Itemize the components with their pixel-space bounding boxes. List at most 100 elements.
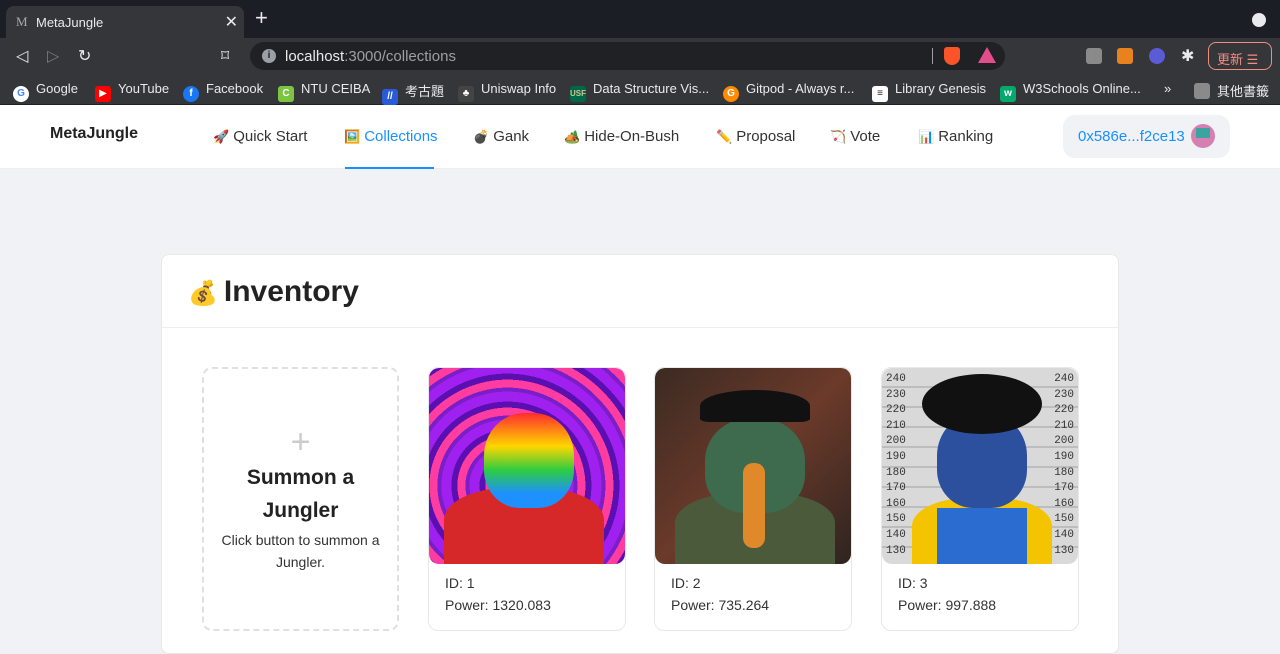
bookmark-label: Gitpod - Always r... <box>746 81 855 96</box>
wallet-avatar <box>1191 124 1215 148</box>
address-bar[interactable]: i localhost:3000/collections <box>250 42 1005 70</box>
bookmark-exams[interactable]: // 考古題 <box>382 81 444 105</box>
wallet-button[interactable]: 0x586e...f2ce13 <box>1063 115 1230 158</box>
brave-shield-icon[interactable] <box>944 47 960 65</box>
bookmark-label: W3Schools Online... <box>1023 81 1141 96</box>
facebook-icon: f <box>183 86 199 102</box>
menu-label: Ranking <box>938 128 994 145</box>
metamask-icon[interactable] <box>1117 48 1133 64</box>
browser-tabbar: M MetaJungle ✕ + <box>0 0 1280 38</box>
ceiba-icon: C <box>278 86 294 102</box>
menu-label: Quick Start <box>233 128 308 145</box>
extension-icon[interactable] <box>1086 48 1102 64</box>
summon-jungler-button[interactable]: + Summon a Jungler Click button to summo… <box>202 367 399 631</box>
hotdog <box>743 463 765 548</box>
height-scale-left: 240 230 220 210 200 190 180 170 160 150 140 130 <box>886 373 906 557</box>
bookmark-youtube[interactable]: ▶ YouTube <box>95 81 169 102</box>
nft-image <box>429 368 625 564</box>
bookmark-w3schools[interactable]: w W3Schools Online... <box>1000 81 1141 102</box>
menu-quick-start[interactable]: 🚀 Quick Start <box>213 128 307 145</box>
forward-icon[interactable]: ▷ <box>47 46 59 66</box>
tab-title: MetaJungle <box>36 15 104 30</box>
bookmark-label: Facebook <box>206 81 264 96</box>
bookmark-icon: // <box>382 89 398 105</box>
nft-id: ID: 2 <box>671 575 701 591</box>
youtube-icon: ▶ <box>95 86 111 102</box>
nft-power: Power: 1320.083 <box>445 597 551 613</box>
bookmark-label: Uniswap Info <box>481 81 557 96</box>
folder-icon <box>1194 83 1210 99</box>
money-bag-icon: 💰 <box>188 280 218 307</box>
bookmark-libgen[interactable]: ≡ Library Genesis <box>872 81 986 102</box>
update-button[interactable]: 更新 ☰ <box>1208 42 1272 70</box>
nft-character-head <box>484 413 574 508</box>
active-menu-indicator <box>345 167 434 169</box>
menu-proposal[interactable]: ✏️ Proposal <box>716 128 795 145</box>
browser-tab[interactable]: M MetaJungle ✕ <box>6 6 244 38</box>
w3schools-icon: w <box>1000 86 1016 102</box>
nft-id: ID: 3 <box>898 575 928 591</box>
height-scale-right: 240 230 220 210 200 190 180 170 160 150 140 130 <box>1054 373 1074 557</box>
url-path: :3000/collections <box>344 48 456 65</box>
omnibox-separator <box>932 48 933 64</box>
menu-label: Vote <box>850 128 881 145</box>
uniswap-icon: ♣ <box>458 86 474 102</box>
extension-bot-icon[interactable] <box>1149 48 1165 64</box>
bow-arrow-icon: 🏹 <box>830 129 847 144</box>
bookmark-gitpod[interactable]: G Gitpod - Always r... <box>723 81 854 102</box>
back-icon[interactable]: ◁ <box>16 46 28 66</box>
brave-rewards-icon[interactable] <box>978 47 996 63</box>
bookmark-facebook[interactable]: f Facebook <box>183 81 263 102</box>
nft-id: ID: 1 <box>445 575 475 591</box>
menu-hide-on-bush[interactable]: 🏕️ Hide-On-Bush <box>564 128 679 145</box>
bookmark-ceiba[interactable]: C NTU CEIBA <box>278 81 370 102</box>
bookmark-label: 考古題 <box>405 84 445 99</box>
bookmark-uniswap[interactable]: ♣ Uniswap Info <box>458 81 556 102</box>
pencil-icon: ✏️ <box>716 129 733 144</box>
wallet-address: 0x586e...f2ce13 <box>1078 128 1185 145</box>
inventory-title-text: Inventory <box>223 275 359 308</box>
menu-vote[interactable]: 🏹 Vote <box>830 128 880 145</box>
nft-card[interactable]: 240 230 220 210 200 190 180 170 160 150 140 130 240… <box>881 367 1079 631</box>
picture-icon: 🖼️ <box>344 129 361 144</box>
bookmark-usf[interactable]: USF Data Structure Vis... <box>570 81 709 102</box>
url-host: localhost <box>285 48 345 65</box>
library-icon: ≡ <box>872 86 888 102</box>
nft-power: Power: 735.264 <box>671 597 770 613</box>
nft-card[interactable]: ID: 1 Power: 1320.083 <box>428 367 626 631</box>
menu-collections[interactable]: 🖼️ Collections <box>344 128 438 145</box>
pirate-hat <box>700 390 810 422</box>
tab-favicon-icon: M <box>16 14 28 29</box>
site-info-icon[interactable]: i <box>262 49 276 63</box>
app-logo[interactable]: MetaJungle <box>50 125 138 143</box>
card-divider <box>162 327 1118 328</box>
bookmark-label: 其他書籤 <box>1217 84 1270 99</box>
app-header: MetaJungle 🚀 Quick Start 🖼️ Collections 💣 G… <box>0 105 1280 169</box>
bookmark-other[interactable]: 其他書籤 <box>1194 81 1269 100</box>
nft-card[interactable]: ID: 2 Power: 735.264 <box>654 367 852 631</box>
more-bookmarks-icon[interactable]: » <box>1164 81 1171 96</box>
reload-icon[interactable]: ↻ <box>78 46 91 66</box>
menu-label: Hide-On-Bush <box>584 128 680 145</box>
bookmark-label: YouTube <box>118 81 170 96</box>
bar-chart-icon: 📊 <box>918 129 935 144</box>
close-tab-icon[interactable]: ✕ <box>225 12 238 32</box>
nft-image <box>655 368 851 564</box>
bookmark-page-icon[interactable]: ⌑ <box>221 46 229 66</box>
menu-label: Collections <box>364 128 438 145</box>
new-tab-icon[interactable]: + <box>255 6 268 30</box>
nft-power: Power: 997.888 <box>898 597 997 613</box>
bookmark-label: NTU CEIBA <box>301 81 371 96</box>
menu-label: Proposal <box>736 128 796 145</box>
afro-hair <box>922 374 1042 434</box>
summon-description: Click button to summon a Jungler. <box>221 532 380 570</box>
overalls <box>937 508 1027 564</box>
nft-image: 240 230 220 210 200 190 180 170 160 150 140 130 240… <box>882 368 1078 564</box>
menu-ranking[interactable]: 📊 Ranking <box>918 128 993 145</box>
menu-label: Gank <box>493 128 530 145</box>
browser-menu-icon[interactable] <box>1252 13 1266 27</box>
summon-title: Summon a Jungler <box>246 466 355 522</box>
menu-gank[interactable]: 💣 Gank <box>473 128 529 145</box>
bookmark-google[interactable]: G Google <box>13 81 78 102</box>
extensions-puzzle-icon[interactable]: ✱ <box>1181 46 1194 66</box>
